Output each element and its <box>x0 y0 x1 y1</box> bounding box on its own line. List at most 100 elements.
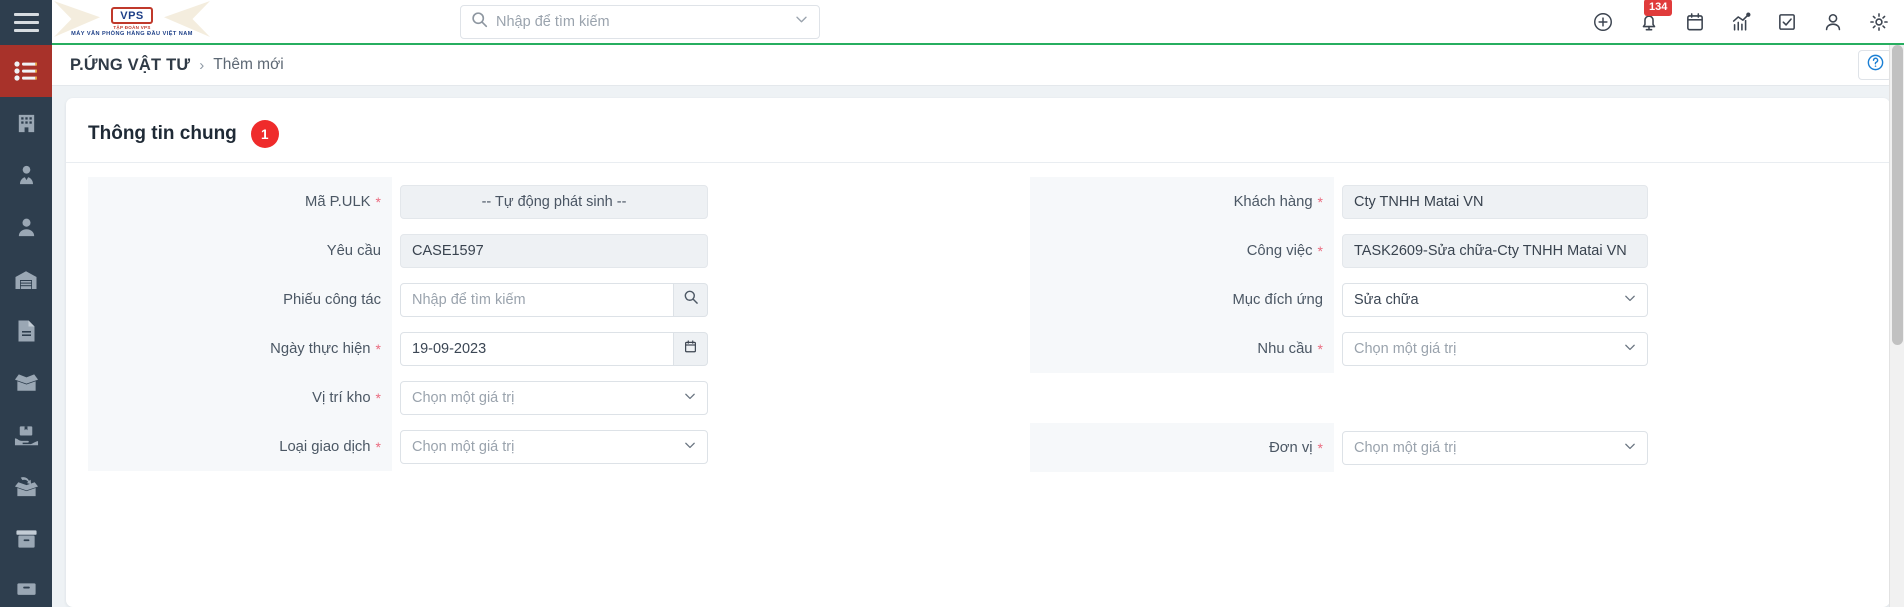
chevron-down-icon <box>1623 291 1637 309</box>
sidebar-item-more[interactable] <box>0 565 52 607</box>
sidebar-item-inventory[interactable] <box>0 513 52 565</box>
required-asterisk: * <box>375 438 381 455</box>
label-text: Đơn vị <box>1269 439 1313 456</box>
ma-pulk-field-wrap: -- Tự động phát sinh -- <box>392 184 708 219</box>
yeu-cau-field-wrap: CASE1597 <box>392 233 708 268</box>
label-text: Mục đích ứng <box>1232 291 1323 308</box>
loai-giao-dich-field-wrap: Chọn một giá trị <box>392 429 708 464</box>
help-circle-icon <box>1866 53 1885 77</box>
hamburger-menu-icon[interactable] <box>0 0 52 45</box>
drawer-icon <box>15 580 38 602</box>
analytics-chart-icon[interactable] <box>1730 11 1752 33</box>
don-vi-field-wrap: Chọn một giá trị <box>1334 430 1648 465</box>
help-button[interactable] <box>1858 50 1892 80</box>
user-account-icon[interactable] <box>1822 11 1844 33</box>
don-vi-label: Đơn vị * <box>1030 423 1334 472</box>
required-asterisk: * <box>1317 242 1323 259</box>
sidebar-item-warehouse[interactable] <box>0 253 52 305</box>
left-sidebar <box>0 0 52 607</box>
khach-hang-field: Cty TNHH Matai VN <box>1342 184 1648 219</box>
nhu-cau-field-wrap: Chọn một giá trị <box>1334 331 1648 366</box>
label-text: Ngày thực hiện <box>270 340 371 357</box>
status-badge: 1 <box>250 120 279 148</box>
phieu-cong-tac-search-button[interactable] <box>674 282 708 317</box>
muc-dich-ung-select[interactable]: Sửa chữa <box>1342 282 1648 317</box>
loai-giao-dich-label: Loại giao dịch * <box>88 422 392 471</box>
search-icon <box>471 11 488 33</box>
required-asterisk: * <box>1317 193 1323 210</box>
box-return-icon <box>14 476 39 498</box>
required-asterisk: * <box>375 389 381 406</box>
nhu-cau-select[interactable]: Chọn một giá trị <box>1342 331 1648 366</box>
breadcrumb-root[interactable]: P.ỨNG VẬT TƯ <box>70 56 190 75</box>
notifications-bell-icon[interactable]: 134 <box>1638 0 1673 33</box>
sidebar-item-documents[interactable] <box>0 305 52 357</box>
label-text: Vị trí kho <box>312 389 371 406</box>
form-row: Vị trí kho * Chọn một giá trị <box>88 373 978 422</box>
user-icon <box>15 216 38 239</box>
form-row: Đơn vị * Chọn một giá trị <box>1030 423 1868 472</box>
search-input[interactable] <box>496 13 786 30</box>
chevron-down-icon <box>1623 340 1637 358</box>
label-text: Yêu cầu <box>326 242 381 259</box>
tasks-checkbox-icon[interactable] <box>1776 11 1798 33</box>
page-title: Thông tin chung <box>88 123 237 144</box>
label-text: Phiếu công tác <box>283 291 381 308</box>
breadcrumb-current: Thêm mới <box>213 56 284 73</box>
phieu-cong-tac-label: Phiếu công tác <box>88 275 392 324</box>
header-icon-group: 134 <box>1592 0 1890 33</box>
search-box[interactable] <box>460 4 820 39</box>
label-text: Loại giao dịch <box>279 438 371 455</box>
date-picker-button[interactable] <box>674 331 708 366</box>
form-column-right: Khách hàng * Cty TNHH Matai VN Công việc… <box>978 177 1868 472</box>
vi-tri-kho-select[interactable]: Chọn một giá trị <box>400 380 708 415</box>
label-text: Công việc <box>1246 242 1313 259</box>
sidebar-item-goods-delivery[interactable] <box>0 409 52 461</box>
label-text: Mã P.ULK <box>305 193 371 210</box>
required-asterisk: * <box>1317 340 1323 357</box>
sidebar-item-customer[interactable] <box>0 201 52 253</box>
logo-subtext: TẬP ĐOÀN VPS <box>113 25 151 30</box>
ma-pulk-label: Mã P.ULK * <box>88 177 392 226</box>
sidebar-item-employee[interactable] <box>0 149 52 201</box>
ngay-thuc-hien-field[interactable]: 19-09-2023 <box>400 331 675 366</box>
muc-dich-ung-label: Mục đích ứng <box>1030 275 1334 324</box>
phieu-cong-tac-field-wrap: Nhập để tìm kiếm <box>392 282 708 317</box>
add-circle-icon[interactable] <box>1592 11 1614 33</box>
company-logo[interactable]: VPS TẬP ĐOÀN VPS MÁY VĂN PHÒNG HÀNG ĐẦU … <box>52 0 212 44</box>
global-search <box>460 4 820 39</box>
khach-hang-field-wrap: Cty TNHH Matai VN <box>1334 184 1648 219</box>
vertical-scrollbar[interactable] <box>1889 45 1904 607</box>
user-tie-icon <box>15 164 38 187</box>
required-asterisk: * <box>1317 439 1323 456</box>
chevron-down-icon <box>683 438 697 456</box>
list-icon <box>14 61 38 81</box>
form-row: Khách hàng * Cty TNHH Matai VN <box>1030 177 1868 226</box>
phieu-cong-tac-field[interactable]: Nhập để tìm kiếm <box>400 282 675 317</box>
muc-dich-ung-field-wrap: Sửa chữa <box>1334 282 1648 317</box>
calendar-icon[interactable] <box>1684 11 1706 33</box>
logo-badge-text: VPS <box>111 7 153 24</box>
settings-gear-icon[interactable] <box>1868 11 1890 33</box>
general-info-card: Thông tin chung 1 Mã P.ULK * -- Tự động … <box>66 98 1890 607</box>
logo-tagline: MÁY VĂN PHÒNG HÀNG ĐẦU VIỆT NAM <box>71 31 193 37</box>
chevron-down-icon <box>1623 439 1637 457</box>
sidebar-item-goods-return[interactable] <box>0 461 52 513</box>
archive-box-icon <box>15 528 38 550</box>
form-row: Ngày thực hiện * 19-09-2023 <box>88 324 978 373</box>
select-value: Chọn một giá trị <box>412 438 515 455</box>
top-header-bar: VPS TẬP ĐOÀN VPS MÁY VĂN PHÒNG HÀNG ĐẦU … <box>52 0 1904 45</box>
sidebar-item-company[interactable] <box>0 97 52 149</box>
select-value: Chọn một giá trị <box>412 389 515 406</box>
sidebar-item-list[interactable] <box>0 45 52 97</box>
loai-giao-dich-select[interactable]: Chọn một giá trị <box>400 429 708 464</box>
scrollbar-thumb[interactable] <box>1892 45 1903 345</box>
form-row: Công việc * TASK2609-Sửa chữa-Cty TNHH M… <box>1030 226 1868 275</box>
calendar-icon <box>683 339 698 359</box>
chevron-down-icon[interactable] <box>794 12 809 32</box>
don-vi-select[interactable]: Chọn một giá trị <box>1342 430 1648 465</box>
spacer-row <box>1030 373 1868 423</box>
sidebar-item-goods-in[interactable] <box>0 357 52 409</box>
form-row: Yêu cầu CASE1597 <box>88 226 978 275</box>
cong-viec-field-wrap: TASK2609-Sửa chữa-Cty TNHH Matai VN <box>1334 233 1648 268</box>
